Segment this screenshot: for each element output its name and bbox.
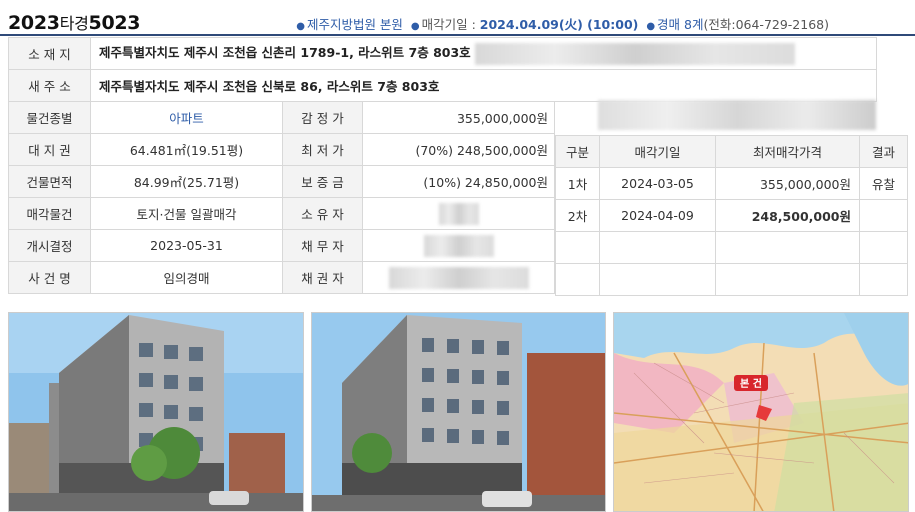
row-location: 소 재 지 제주특별자치도 제주시 조천읍 신촌리 1789-1, 라스위트 7… bbox=[8, 37, 877, 70]
new-address-value: 제주특별자치도 제주시 조천읍 신북로 86, 라스위트 7층 803호 bbox=[90, 69, 877, 102]
redacted-debtor bbox=[423, 234, 494, 257]
redacted-creditor bbox=[388, 266, 529, 289]
redacted-owner bbox=[438, 202, 479, 225]
location-map[interactable]: 본 건 bbox=[613, 312, 909, 512]
sale-date: 2024.04.09(火) (10:00) bbox=[479, 17, 639, 32]
location-value: 제주특별자치도 제주시 조천읍 신촌리 1789-1, 라스위트 7층 803호 bbox=[99, 45, 471, 61]
redacted-block bbox=[475, 42, 796, 65]
appraisal-value: 355,000,000원 bbox=[362, 101, 555, 134]
court-link[interactable]: 제주지방법원 본원 bbox=[307, 17, 403, 32]
case-name-value: 임의경매 bbox=[90, 261, 283, 294]
dept-link[interactable]: 경매 8계 bbox=[657, 17, 703, 32]
row-new-address: 새 주 소 제주특별자치도 제주시 조천읍 신북로 86, 라스위트 7층 80… bbox=[8, 69, 877, 102]
court-info: ● 제주지방법원 본원 ● 매각기일 : 2024.04.09(火) (10:00)… bbox=[296, 17, 829, 32]
deposit-value: (10%) 24,850,000원 bbox=[362, 165, 555, 198]
history-header: 구분 매각기일 최저매각가격 결과 bbox=[555, 135, 908, 168]
building-photo-1[interactable] bbox=[8, 312, 304, 512]
table-row: 2차 2024-04-09 248,500,000원 bbox=[555, 199, 908, 232]
sale-object-value: 토지·건물 일괄매각 bbox=[90, 197, 283, 230]
land-value: 64.481㎡(19.51평) bbox=[90, 133, 283, 166]
sale-history-table: 구분 매각기일 최저매각가격 결과 1차 2024-03-05 355,000,… bbox=[555, 135, 908, 296]
table-row: 1차 2024-03-05 355,000,000원 유찰 bbox=[555, 167, 908, 200]
area-value: 84.99㎡(25.71평) bbox=[90, 165, 283, 198]
type-link[interactable]: 아파트 bbox=[90, 101, 283, 134]
case-header: 2023타경5023 ● 제주지방법원 본원 ● 매각기일 : 2024.04.09… bbox=[0, 0, 915, 36]
phone: (전화:064-729-2168) bbox=[703, 17, 829, 32]
table-row bbox=[555, 263, 908, 296]
min-price-value: (70%) 248,500,000원 bbox=[362, 133, 555, 166]
case-number: 2023타경5023 bbox=[8, 12, 141, 34]
redacted-block bbox=[598, 100, 876, 130]
map-marker-label: 본 건 bbox=[740, 377, 762, 390]
start-value: 2023-05-31 bbox=[90, 229, 283, 262]
building-photo-2[interactable] bbox=[311, 312, 606, 512]
table-row bbox=[555, 231, 908, 264]
